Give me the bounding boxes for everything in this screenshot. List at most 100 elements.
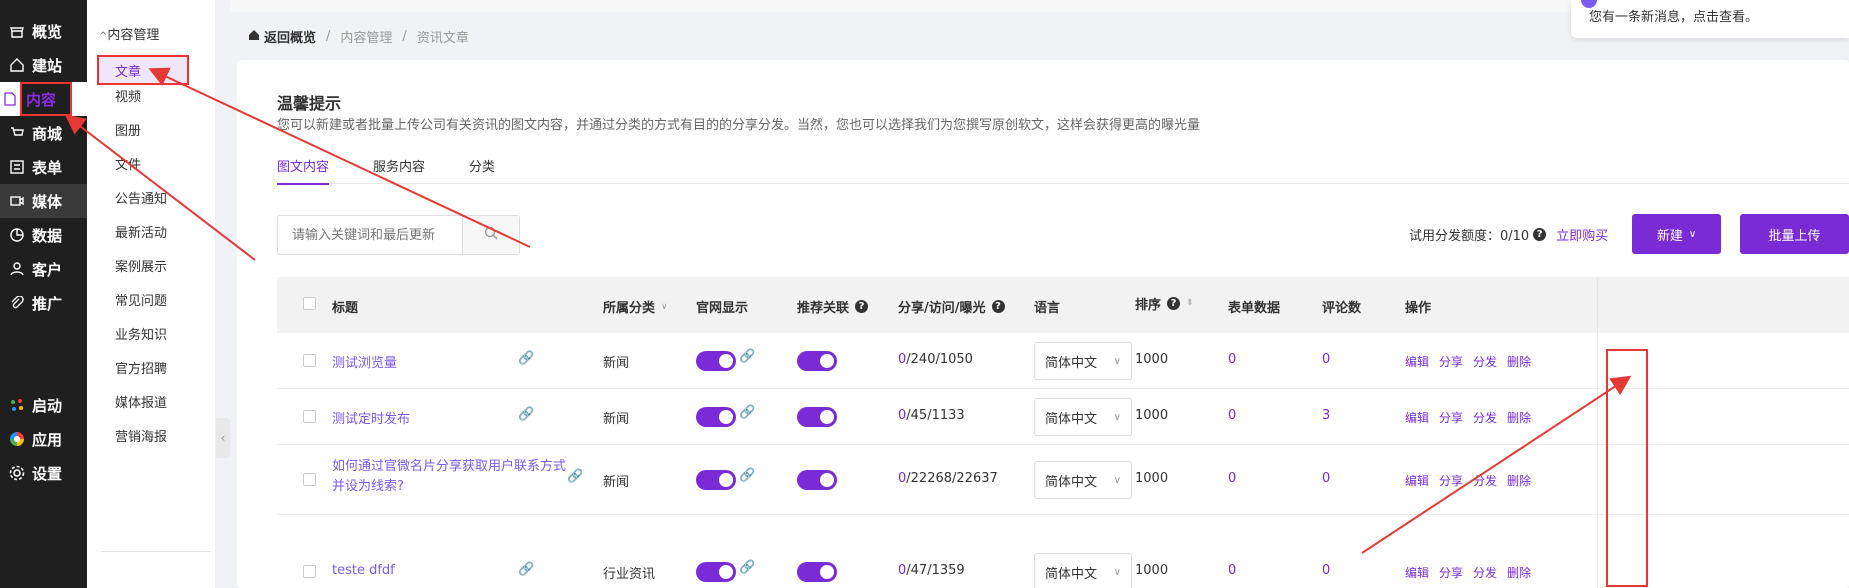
sort-icon[interactable]: ⬍ (1186, 299, 1194, 308)
share-link[interactable]: 分享 (1439, 353, 1463, 370)
subnav-item-announcements[interactable]: 公告通知 (99, 182, 212, 212)
sidebar-item-settings[interactable]: 设置 (0, 456, 87, 490)
link-icon[interactable]: 🔗 (739, 349, 755, 364)
collapse-handle[interactable]: ‹ (216, 418, 230, 458)
related-toggle[interactable] (797, 470, 837, 490)
distribute-link[interactable]: 分发 (1473, 564, 1497, 581)
subnav-item-press[interactable]: 媒体报道 (99, 386, 212, 416)
subnav-item-albums[interactable]: 图册 (99, 114, 212, 144)
share-link[interactable]: 分享 (1439, 472, 1463, 489)
link-icon[interactable]: 🔗 (739, 405, 755, 420)
distribute-link[interactable]: 分发 (1473, 472, 1497, 489)
row-title-link[interactable]: 如何通过官微名片分享获取用户联系方式并设为线索? (332, 457, 572, 497)
sidebar-item-customers[interactable]: 客户 (0, 252, 87, 286)
help-icon[interactable]: ? (855, 300, 869, 313)
distribute-link[interactable]: 分发 (1473, 409, 1497, 426)
language-select[interactable]: 简体中文 ∨ (1034, 342, 1132, 380)
sidebar-item-launch[interactable]: 启动 (0, 388, 87, 422)
related-toggle[interactable] (797, 407, 837, 427)
share-count[interactable]: 0 (898, 471, 906, 486)
row-title-link[interactable]: teste dfdf (332, 563, 395, 578)
subnav-item-knowledge[interactable]: 业务知识 (99, 318, 212, 348)
link-icon[interactable]: 🔗 (739, 560, 755, 575)
related-toggle[interactable] (797, 562, 837, 582)
language-select[interactable]: 简体中文 ∨ (1034, 461, 1132, 499)
row-form-data[interactable]: 0 (1228, 408, 1236, 423)
row-title-link[interactable]: 测试浏览量 (332, 352, 397, 371)
col-category[interactable]: 所属分类 ∨ (603, 297, 668, 316)
sidebar-item-forms[interactable]: 表单 (0, 150, 87, 184)
col-sort[interactable]: 排序? ⬍ (1135, 294, 1194, 313)
row-form-data[interactable]: 0 (1228, 471, 1236, 486)
sidebar-item-promote[interactable]: 推广 (0, 286, 87, 320)
row-checkbox[interactable] (303, 565, 316, 578)
help-icon[interactable]: ? (991, 300, 1005, 313)
share-count[interactable]: 0 (898, 563, 906, 578)
sidebar-item-apps[interactable]: 应用 (0, 422, 87, 456)
row-checkbox[interactable] (303, 473, 316, 486)
sidebar-item-data[interactable]: 数据 (0, 218, 87, 252)
share-count[interactable]: 0 (898, 408, 906, 423)
row-comments[interactable]: 3 (1322, 408, 1330, 423)
row-comments[interactable]: 0 (1322, 471, 1330, 486)
language-select[interactable]: 简体中文 ∨ (1034, 553, 1132, 588)
link-icon[interactable]: 🔗 (739, 468, 755, 483)
tab-articles[interactable]: 图文内容 (277, 156, 330, 185)
link-icon[interactable]: 🔗 (518, 407, 534, 422)
select-all-checkbox[interactable] (303, 297, 316, 310)
row-checkbox[interactable] (303, 354, 316, 367)
search-button[interactable] (462, 216, 519, 254)
breadcrumb-home[interactable]: 返回概览 (248, 27, 316, 46)
subnav-item-posters[interactable]: 营销海报 (99, 420, 212, 450)
delete-link[interactable]: 删除 (1507, 564, 1531, 581)
new-button[interactable]: 新建 ∨ (1632, 214, 1721, 254)
row-title-link[interactable]: 测试定时发布 (332, 408, 410, 427)
link-icon[interactable]: 🔗 (518, 562, 534, 577)
site-display-toggle[interactable] (696, 562, 736, 582)
batch-upload-button[interactable]: 批量上传 (1740, 214, 1849, 254)
subnav-header[interactable]: ^内容管理 (99, 24, 159, 43)
sidebar-item-content[interactable]: 内容 (20, 82, 72, 116)
link-icon[interactable]: 🔗 (518, 351, 534, 366)
share-link[interactable]: 分享 (1439, 409, 1463, 426)
row-form-data[interactable]: 0 (1228, 563, 1236, 578)
tab-categories[interactable]: 分类 (469, 156, 495, 175)
sidebar-item-shop[interactable]: 商城 (0, 116, 87, 150)
subnav-item-videos[interactable]: 视频 (99, 80, 212, 110)
edit-link[interactable]: 编辑 (1405, 409, 1429, 426)
site-display-toggle[interactable] (696, 351, 736, 371)
search-input[interactable] (278, 216, 463, 254)
subnav-item-events[interactable]: 最新活动 (99, 216, 212, 246)
edit-link[interactable]: 编辑 (1405, 472, 1429, 489)
edit-link[interactable]: 编辑 (1405, 564, 1429, 581)
row-checkbox[interactable] (303, 410, 316, 423)
delete-link[interactable]: 删除 (1507, 472, 1531, 489)
delete-link[interactable]: 删除 (1507, 353, 1531, 370)
subnav-item-faq[interactable]: 常见问题 (99, 284, 212, 314)
share-count[interactable]: 0 (898, 352, 906, 367)
sidebar-item-media[interactable]: 媒体 (0, 184, 87, 218)
buy-now-link[interactable]: 立即购买 (1556, 225, 1608, 244)
language-select[interactable]: 简体中文 ∨ (1034, 398, 1132, 436)
subnav-item-cases[interactable]: 案例展示 (99, 250, 212, 280)
subnav-item-files[interactable]: 文件 (99, 148, 212, 178)
notification-popup[interactable]: 您有一条新消息，点击查看。 (1571, 0, 1849, 38)
sidebar-item-site[interactable]: 建站 (0, 48, 87, 82)
row-form-data[interactable]: 0 (1228, 352, 1236, 367)
delete-link[interactable]: 删除 (1507, 409, 1531, 426)
edit-link[interactable]: 编辑 (1405, 353, 1429, 370)
row-comments[interactable]: 0 (1322, 563, 1330, 578)
share-link[interactable]: 分享 (1439, 564, 1463, 581)
related-toggle[interactable] (797, 351, 837, 371)
site-display-toggle[interactable] (696, 407, 736, 427)
link-icon[interactable]: 🔗 (567, 469, 583, 484)
subnav-item-jobs[interactable]: 官方招聘 (99, 352, 212, 382)
distribute-link[interactable]: 分发 (1473, 353, 1497, 370)
tab-services[interactable]: 服务内容 (373, 156, 425, 175)
sidebar-item-overview[interactable]: 概览 (0, 14, 87, 48)
row-comments[interactable]: 0 (1322, 352, 1330, 367)
site-display-toggle[interactable] (696, 470, 736, 490)
breadcrumb-item[interactable]: 内容管理 (340, 27, 392, 46)
help-icon[interactable]: ? (1533, 228, 1547, 241)
help-icon[interactable]: ? (1167, 297, 1181, 310)
